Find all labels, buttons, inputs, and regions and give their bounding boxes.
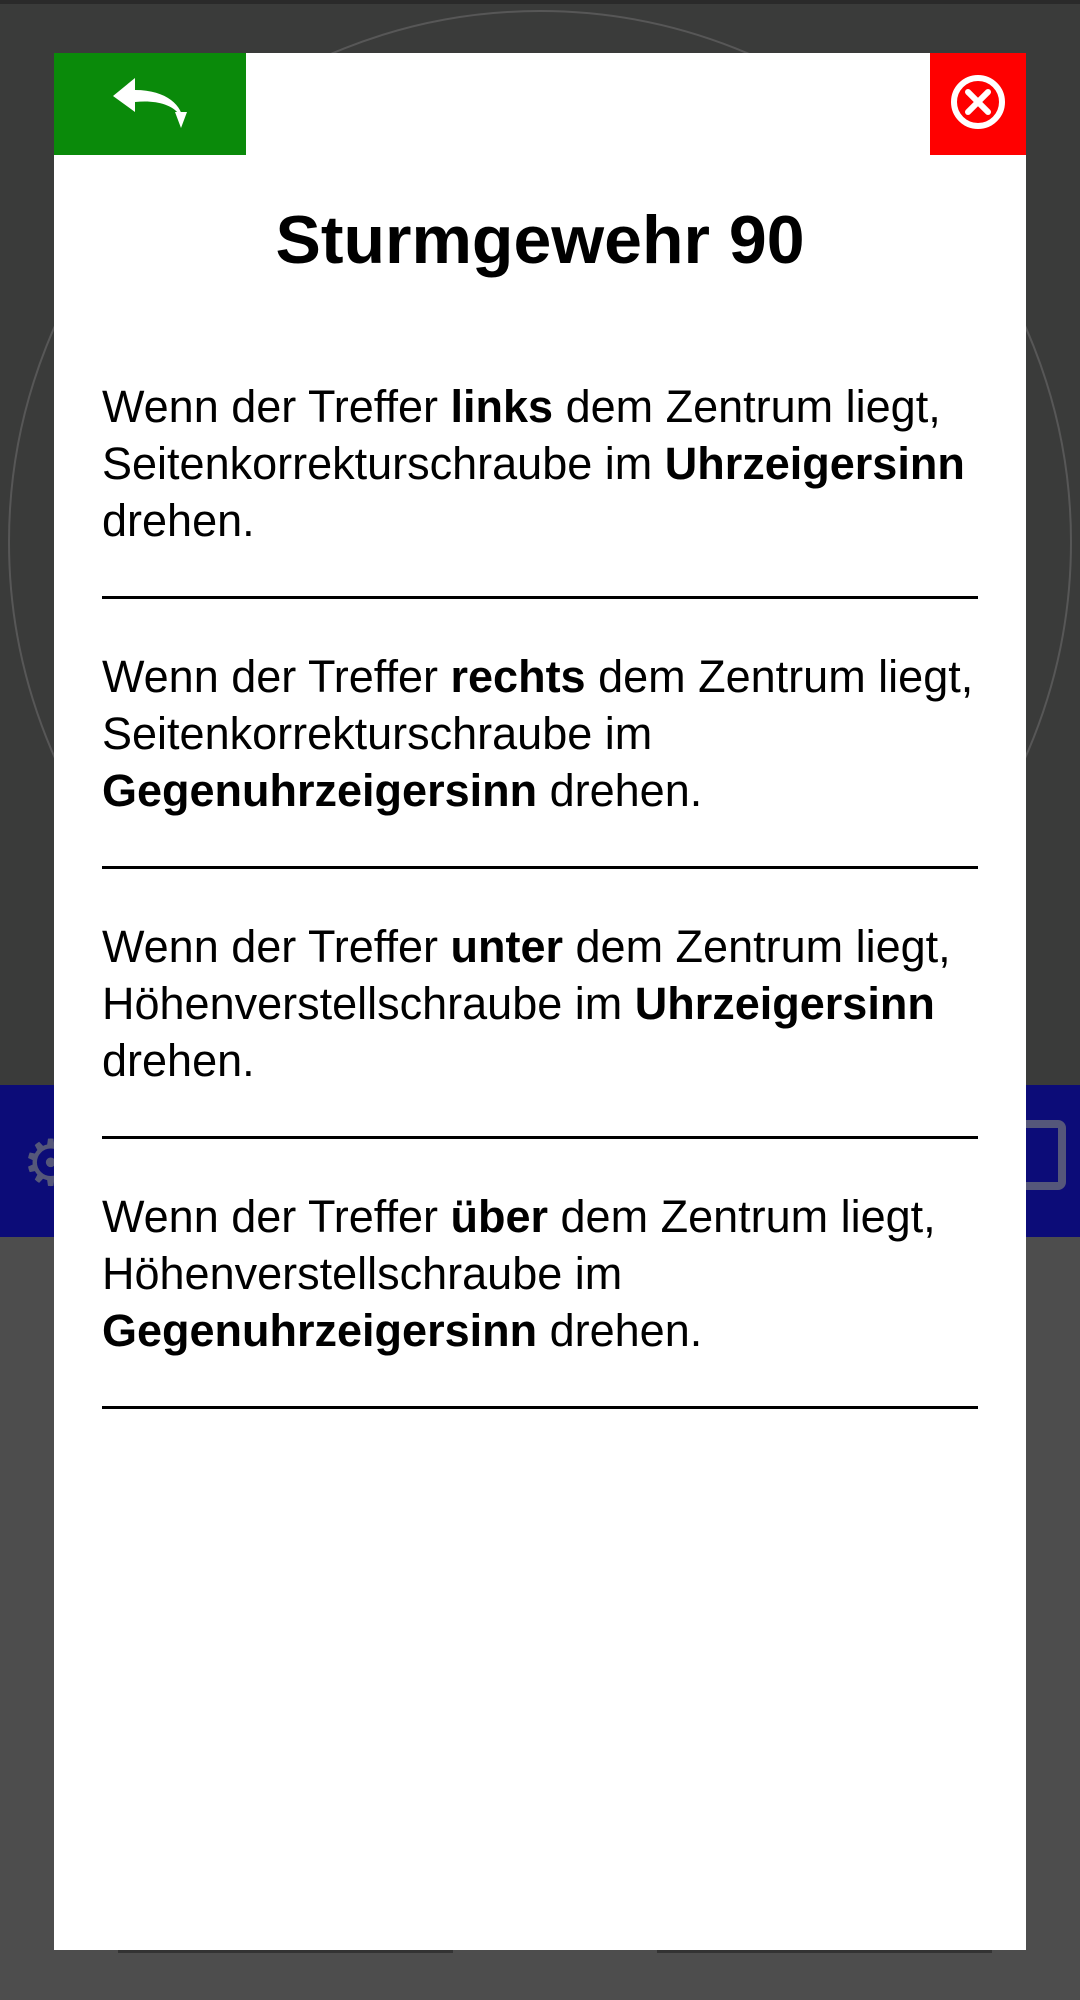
instruction-left: Wenn der Treffer links dem Zentrum liegt… [102, 378, 978, 549]
instruction-text: Wenn der Treffer [102, 651, 451, 702]
direction-word: unter [450, 921, 564, 972]
instruction-text: drehen. [102, 1035, 255, 1086]
instruction-text: Wenn der Treffer [102, 1191, 451, 1242]
info-dialog: Sturmgewehr 90 Wenn der Treffer links de… [54, 53, 1026, 1950]
section-divider [102, 1136, 978, 1139]
direction-word: über [450, 1191, 549, 1242]
rotation-word: Gegenuhrzeigersinn [102, 1305, 538, 1356]
dialog-title: Sturmgewehr 90 [275, 202, 805, 278]
instruction-right: Wenn der Treffer rechts dem Zentrum lieg… [102, 648, 978, 819]
rotation-word: Uhrzeigersinn [664, 438, 965, 489]
instruction-text: drehen. [102, 495, 255, 546]
back-arrow-icon [105, 72, 195, 137]
rotation-word: Uhrzeigersinn [634, 978, 935, 1029]
background-divider-right [657, 1950, 992, 1953]
instruction-text: drehen. [537, 1305, 703, 1356]
section-divider [102, 866, 978, 869]
background-divider-left [118, 1950, 453, 1953]
instruction-above: Wenn der Treffer über dem Zentrum liegt,… [102, 1188, 978, 1359]
instruction-text: Wenn der Treffer [102, 921, 451, 972]
close-button[interactable] [930, 53, 1026, 155]
instruction-text: Wenn der Treffer [102, 381, 451, 432]
direction-word: links [450, 381, 554, 432]
instruction-text: drehen. [537, 765, 703, 816]
section-divider [102, 1406, 978, 1409]
direction-word: rechts [450, 651, 586, 702]
instruction-below: Wenn der Treffer unter dem Zentrum liegt… [102, 918, 978, 1089]
close-circle-x-icon [948, 72, 1008, 137]
back-button[interactable] [54, 53, 246, 155]
section-divider [102, 596, 978, 599]
rotation-word: Gegenuhrzeigersinn [102, 765, 538, 816]
background-top-line [0, 0, 1080, 4]
